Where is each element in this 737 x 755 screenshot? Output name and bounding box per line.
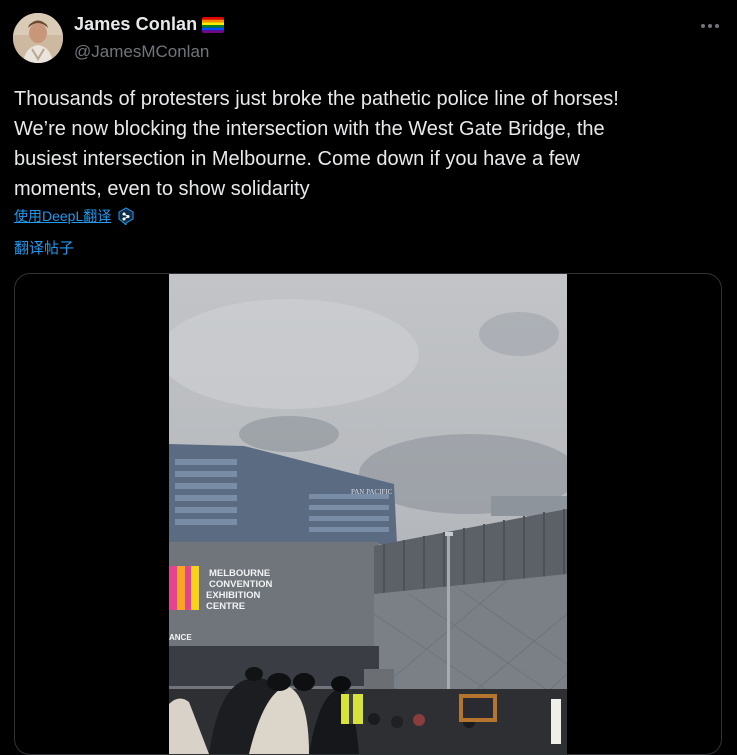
more-horizontal-icon[interactable] [699,16,721,36]
video-player[interactable]: PAN PACIFIC MELBOURNE CONVENTION EXHIBIT… [169,274,567,754]
deepl-translate-row: 使用DeepL翻译 [14,206,135,226]
translate-post-link[interactable]: 翻译帖子 [14,237,74,258]
sign-line-2: CONVENTION [209,579,272,590]
deepl-logo-icon [118,207,134,225]
sign-line-4: CENTRE [206,601,245,612]
deepl-translate-link[interactable]: 使用DeepL翻译 [14,206,111,226]
sign-line-3: EXHIBITION [206,590,261,601]
hotel-sign-text: PAN PACIFIC [351,488,393,496]
sign-line-1: MELBOURNE [209,568,270,579]
media-container[interactable]: PAN PACIFIC MELBOURNE CONVENTION EXHIBIT… [14,273,722,755]
tweet-text: Thousands of protesters just broke the p… [14,88,619,200]
user-handle[interactable]: @JamesMConlan [74,42,209,62]
rainbow-flag-icon [202,17,225,33]
display-name[interactable]: James Conlan [74,14,197,35]
entrance-sign: ANCE [169,633,192,642]
avatar[interactable] [13,13,63,63]
name-row: James Conlan [74,14,225,35]
avatar-photo [13,13,63,63]
tweet-card: James Conlan @JamesMConlan Thousands of … [0,0,737,755]
